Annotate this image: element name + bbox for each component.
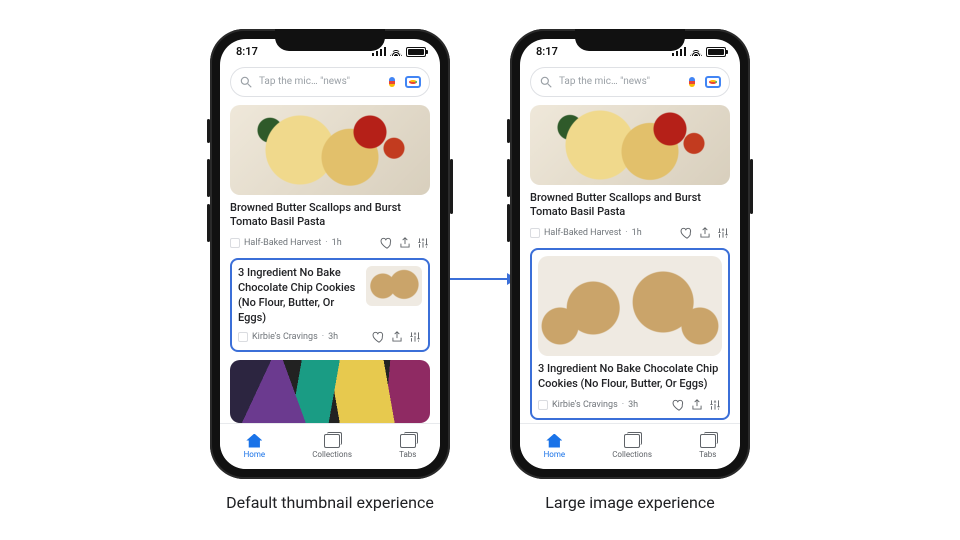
caption-right: Large image experience <box>545 493 714 512</box>
battery-icon <box>406 47 426 57</box>
heart-icon[interactable] <box>680 226 694 240</box>
tab-tabs[interactable]: Tabs <box>699 434 716 459</box>
right-column: 8:17 Tap the mic… "news" Browned Butter … <box>510 29 750 512</box>
phone-screen-left: 8:17 Tap the mic… "news" Browned Butter … <box>220 39 440 469</box>
collections-icon <box>324 434 340 448</box>
meta-separator: · <box>325 238 327 248</box>
article-meta-row: Half-Baked Harvest · 1h <box>530 226 730 240</box>
source-favicon <box>538 400 548 410</box>
tune-icon[interactable] <box>416 236 430 250</box>
search-icon <box>239 75 253 89</box>
article-age: 1h <box>632 228 642 238</box>
article-card-pasta[interactable]: Browned Butter Scallops and Burst Tomato… <box>230 105 430 251</box>
article-meta-row: Kirbie's Cravings · 3h <box>538 398 722 412</box>
source-favicon <box>230 238 240 248</box>
status-indicators <box>672 47 726 57</box>
caption-left: Default thumbnail experience <box>226 493 434 512</box>
article-thumbnail <box>366 266 422 306</box>
home-icon <box>546 434 562 448</box>
tab-collections[interactable]: Collections <box>312 434 352 459</box>
article-image <box>230 105 430 195</box>
search-icon <box>539 75 553 89</box>
home-icon <box>246 434 262 448</box>
left-column: 8:17 Tap the mic… "news" Browned Butter … <box>210 29 450 512</box>
tune-icon[interactable] <box>408 330 422 344</box>
search-bar[interactable]: Tap the mic… "news" <box>530 67 730 97</box>
tabs-icon <box>700 434 716 448</box>
tab-label: Collections <box>612 450 652 459</box>
search-placeholder: Tap the mic… "news" <box>259 76 379 87</box>
source-favicon <box>238 332 248 342</box>
tab-home[interactable]: Home <box>244 434 266 459</box>
bottom-tab-bar: Home Collections Tabs <box>520 423 740 469</box>
share-icon[interactable] <box>398 236 412 250</box>
article-meta-row: Kirbie's Cravings · 3h <box>238 330 422 344</box>
article-source: Kirbie's Cravings <box>252 332 318 342</box>
phone-frame-right: 8:17 Tap the mic… "news" Browned Butter … <box>510 29 750 479</box>
share-icon[interactable] <box>690 398 704 412</box>
source-favicon <box>530 228 540 238</box>
bottom-tab-bar: Home Collections Tabs <box>220 423 440 469</box>
article-age: 3h <box>328 332 338 342</box>
share-icon[interactable] <box>698 226 712 240</box>
article-card-cookies-large[interactable]: 3 Ingredient No Bake Chocolate Chip Cook… <box>530 248 730 420</box>
search-bar[interactable]: Tap the mic… "news" <box>230 67 430 97</box>
tab-collections[interactable]: Collections <box>612 434 652 459</box>
status-time: 8:17 <box>536 45 558 58</box>
meta-separator: · <box>322 332 324 342</box>
mic-icon[interactable] <box>385 75 399 89</box>
discover-feed[interactable]: Browned Butter Scallops and Burst Tomato… <box>520 105 740 423</box>
article-card-pasta[interactable]: Browned Butter Scallops and Burst Tomato… <box>530 105 730 241</box>
lens-icon[interactable] <box>705 76 721 88</box>
tab-label: Tabs <box>699 450 716 459</box>
article-source: Kirbie's Cravings <box>552 400 618 410</box>
share-icon[interactable] <box>390 330 404 344</box>
tune-icon[interactable] <box>716 226 730 240</box>
status-time: 8:17 <box>236 45 258 58</box>
battery-icon <box>706 47 726 57</box>
article-source: Half-Baked Harvest <box>544 228 621 238</box>
article-title: Browned Butter Scallops and Burst Tomato… <box>530 191 730 221</box>
phone-notch <box>575 29 685 51</box>
heart-icon[interactable] <box>372 330 386 344</box>
meta-separator: · <box>625 228 627 238</box>
article-image-large <box>538 256 722 356</box>
wifi-icon <box>390 47 402 56</box>
article-meta-row: Half-Baked Harvest · 1h <box>230 236 430 250</box>
tab-label: Home <box>244 450 266 459</box>
status-indicators <box>372 47 426 57</box>
tune-icon[interactable] <box>708 398 722 412</box>
article-age: 1h <box>332 238 342 248</box>
article-title: Browned Butter Scallops and Burst Tomato… <box>230 201 430 231</box>
tab-label: Tabs <box>399 450 416 459</box>
tab-home[interactable]: Home <box>544 434 566 459</box>
article-card-peek[interactable] <box>230 360 430 423</box>
heart-icon[interactable] <box>380 236 394 250</box>
article-image <box>530 105 730 185</box>
discover-feed[interactable]: Browned Butter Scallops and Burst Tomato… <box>220 105 440 423</box>
article-source: Half-Baked Harvest <box>244 238 321 248</box>
tab-label: Home <box>544 450 566 459</box>
article-age: 3h <box>628 400 638 410</box>
heart-icon[interactable] <box>672 398 686 412</box>
comparison-arrow <box>448 278 516 280</box>
phone-frame-left: 8:17 Tap the mic… "news" Browned Butter … <box>210 29 450 479</box>
article-title: 3 Ingredient No Bake Chocolate Chip Cook… <box>538 362 722 392</box>
tab-tabs[interactable]: Tabs <box>399 434 416 459</box>
meta-separator: · <box>622 400 624 410</box>
tabs-icon <box>400 434 416 448</box>
article-title: 3 Ingredient No Bake Chocolate Chip Cook… <box>238 266 358 325</box>
tab-label: Collections <box>312 450 352 459</box>
phone-screen-right: 8:17 Tap the mic… "news" Browned Butter … <box>520 39 740 469</box>
wifi-icon <box>690 47 702 56</box>
collections-icon <box>624 434 640 448</box>
lens-icon[interactable] <box>405 76 421 88</box>
mic-icon[interactable] <box>685 75 699 89</box>
search-placeholder: Tap the mic… "news" <box>559 76 679 87</box>
article-card-cookies-thumbnail[interactable]: 3 Ingredient No Bake Chocolate Chip Cook… <box>230 258 430 351</box>
phone-notch <box>275 29 385 51</box>
